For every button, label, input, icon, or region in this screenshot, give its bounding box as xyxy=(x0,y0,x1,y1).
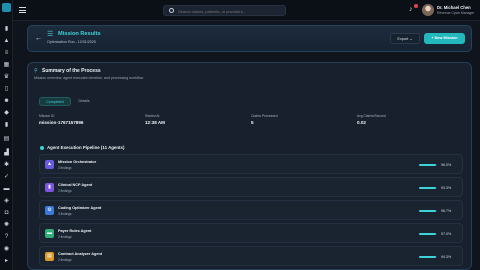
agent-icon: ▤ xyxy=(45,252,54,261)
hamburger-menu-icon[interactable] xyxy=(19,7,26,13)
stat-label: Mission ID xyxy=(39,114,55,118)
folder-icon[interactable]: ▬ xyxy=(3,186,10,192)
shield-icon[interactable]: ◈ xyxy=(3,198,10,204)
agent-row[interactable]: ▬ Payer Rules Agent 2 findings 97.0% xyxy=(39,223,463,243)
agent-row[interactable]: ▲ Mission Orchestrator 3 findings 96.0% xyxy=(39,154,463,174)
agent-progress-label: 96.0% xyxy=(441,163,452,167)
file-icon[interactable]: ▯ xyxy=(3,86,10,92)
stat-label: Claims Processed xyxy=(251,114,278,118)
agent-row[interactable]: ⚙ Coding Optimizer Agent 3 findings 96.7… xyxy=(39,200,463,220)
agent-progress-fill xyxy=(419,164,437,166)
agent-findings: 3 findings xyxy=(58,166,72,170)
agent-row[interactable]: ▤ Contract Analyzer Agent 2 findings 94.… xyxy=(39,246,463,266)
settings-icon[interactable]: ✱ xyxy=(3,162,10,168)
gear-icon[interactable]: ✺ xyxy=(3,222,10,228)
filter-icon: ⚲ xyxy=(34,68,38,74)
search-input[interactable] xyxy=(178,7,283,15)
grid-icon[interactable]: ▦ xyxy=(3,62,10,68)
agent-progress-label: 96.7% xyxy=(441,209,452,213)
app-root: ▮ ▲ ≡ ▦ ♛ ▯ ☻ ◆ ▮ ▤ ▟ ✱ ✓ ▬ ◈ ◘ ✺ ? ◉ ▸ … xyxy=(0,0,480,270)
tab-completed[interactable]: Completed xyxy=(39,97,71,106)
agent-icon: ▬ xyxy=(45,229,54,238)
stat-label: Avg Claims/Second xyxy=(357,114,386,118)
agent-progress-label: 97.0% xyxy=(441,232,452,236)
summary-title: Summary of the Process xyxy=(42,68,101,74)
users-icon[interactable]: ☻ xyxy=(3,98,10,104)
stat-avg-claims: Avg Claims/Second 0.02 xyxy=(357,114,386,125)
agent-progress-bar xyxy=(419,187,437,189)
doc-icon[interactable]: ▮ xyxy=(3,122,10,128)
mission-header: ← ☰ Mission Results Optimization Run - 1… xyxy=(27,25,472,52)
agent-progress-bar xyxy=(419,233,437,235)
stat-mission-id: Mission ID mission-1767157896 xyxy=(39,114,83,125)
agent-findings: 2 findings xyxy=(58,189,72,193)
agent-progress-label: 93.3% xyxy=(441,186,452,190)
user-avatar[interactable] xyxy=(422,4,434,16)
stat-started-at: Started At 12:38 AM xyxy=(145,114,165,125)
agent-findings: 2 findings xyxy=(58,258,72,262)
trophy-icon[interactable]: ♛ xyxy=(3,74,10,80)
new-mission-button[interactable]: + New Mission xyxy=(424,33,465,44)
export-label: Export xyxy=(397,37,409,41)
app-logo[interactable] xyxy=(2,3,11,12)
document-icon[interactable]: ▮ xyxy=(3,26,10,32)
user-name[interactable]: Dr. Michael Chen xyxy=(437,5,471,10)
eye-icon[interactable]: ◉ xyxy=(3,246,10,252)
list-icon[interactable]: ≡ xyxy=(3,50,10,56)
stat-value: 0.02 xyxy=(357,120,366,125)
stat-value: mission-1767157896 xyxy=(39,120,84,125)
logout-icon[interactable]: ▸ xyxy=(3,258,10,264)
agent-progress-fill xyxy=(419,256,436,258)
agent-icon: ▲ xyxy=(45,160,54,169)
chart-icon[interactable]: ▟ xyxy=(3,150,10,156)
export-button[interactable]: Export ⌄ xyxy=(390,33,420,44)
check-icon[interactable]: ✓ xyxy=(3,174,10,180)
agent-progress-fill xyxy=(419,210,437,212)
user-role: Revenue Cycle Manager xyxy=(437,11,475,15)
agent-name: Mission Orchestrator xyxy=(58,160,97,164)
page-title: Mission Results xyxy=(58,31,101,37)
agent-progress-bar xyxy=(419,164,437,166)
agent-row[interactable]: ▮ Clinical NCP Agent 2 findings 93.3% xyxy=(39,177,463,197)
stack-icon[interactable]: ▤ xyxy=(3,136,10,142)
stat-label: Started At xyxy=(145,114,160,118)
notification-dot xyxy=(414,4,418,8)
search-box[interactable] xyxy=(163,5,286,16)
agent-progress-fill xyxy=(419,233,437,235)
agent-name: Contract Analyzer Agent xyxy=(58,252,103,256)
stat-value: 12:38 AM xyxy=(145,120,165,125)
agent-findings: 2 findings xyxy=(58,235,72,239)
stat-value: 5 xyxy=(251,120,254,125)
help-icon[interactable]: ? xyxy=(3,234,10,240)
top-bar: ♪ Dr. Michael Chen Revenue Cycle Manager… xyxy=(13,0,480,21)
agent-name: Coding Optimizer Agent xyxy=(58,206,102,210)
sidebar-rail: ▮ ▲ ≡ ▦ ♛ ▯ ☻ ◆ ▮ ▤ ▟ ✱ ✓ ▬ ◈ ◘ ✺ ? ◉ ▸ xyxy=(0,0,13,270)
agent-icon: ⚙ xyxy=(45,206,54,215)
page-subtitle: Optimization Run - 12/31/2025 xyxy=(47,40,96,44)
stat-claims-processed: Claims Processed 5 xyxy=(251,114,278,125)
warning-icon[interactable]: ▲ xyxy=(3,38,10,44)
pipeline-dot-icon xyxy=(40,146,44,150)
results-list-icon: ☰ xyxy=(47,31,54,38)
pipeline-title: Agent Execution Pipeline (11 Agents) xyxy=(47,145,125,150)
tab-details[interactable]: Details xyxy=(74,97,94,106)
agent-progress-bar xyxy=(419,256,437,258)
notification-bell-icon[interactable]: ♪ xyxy=(409,4,418,13)
agent-findings: 3 findings xyxy=(58,212,72,216)
chevron-down-icon: ⌄ xyxy=(409,37,413,41)
summary-subtitle: Mission overview, agent execution timeli… xyxy=(34,76,144,80)
agent-name: Payer Rules Agent xyxy=(58,229,92,233)
search-icon xyxy=(169,8,174,13)
summary-card: ⚲ Summary of the Process Mission overvie… xyxy=(27,62,472,270)
tag-icon[interactable]: ◆ xyxy=(3,110,10,116)
agent-progress-label: 94.3% xyxy=(441,255,452,259)
agent-icon: ▮ xyxy=(45,183,54,192)
cart-icon[interactable]: ◘ xyxy=(3,210,10,216)
agent-progress-fill xyxy=(419,187,436,189)
agent-name: Clinical NCP Agent xyxy=(58,183,93,187)
agent-progress-bar xyxy=(419,210,437,212)
back-arrow-icon[interactable]: ← xyxy=(35,35,42,42)
